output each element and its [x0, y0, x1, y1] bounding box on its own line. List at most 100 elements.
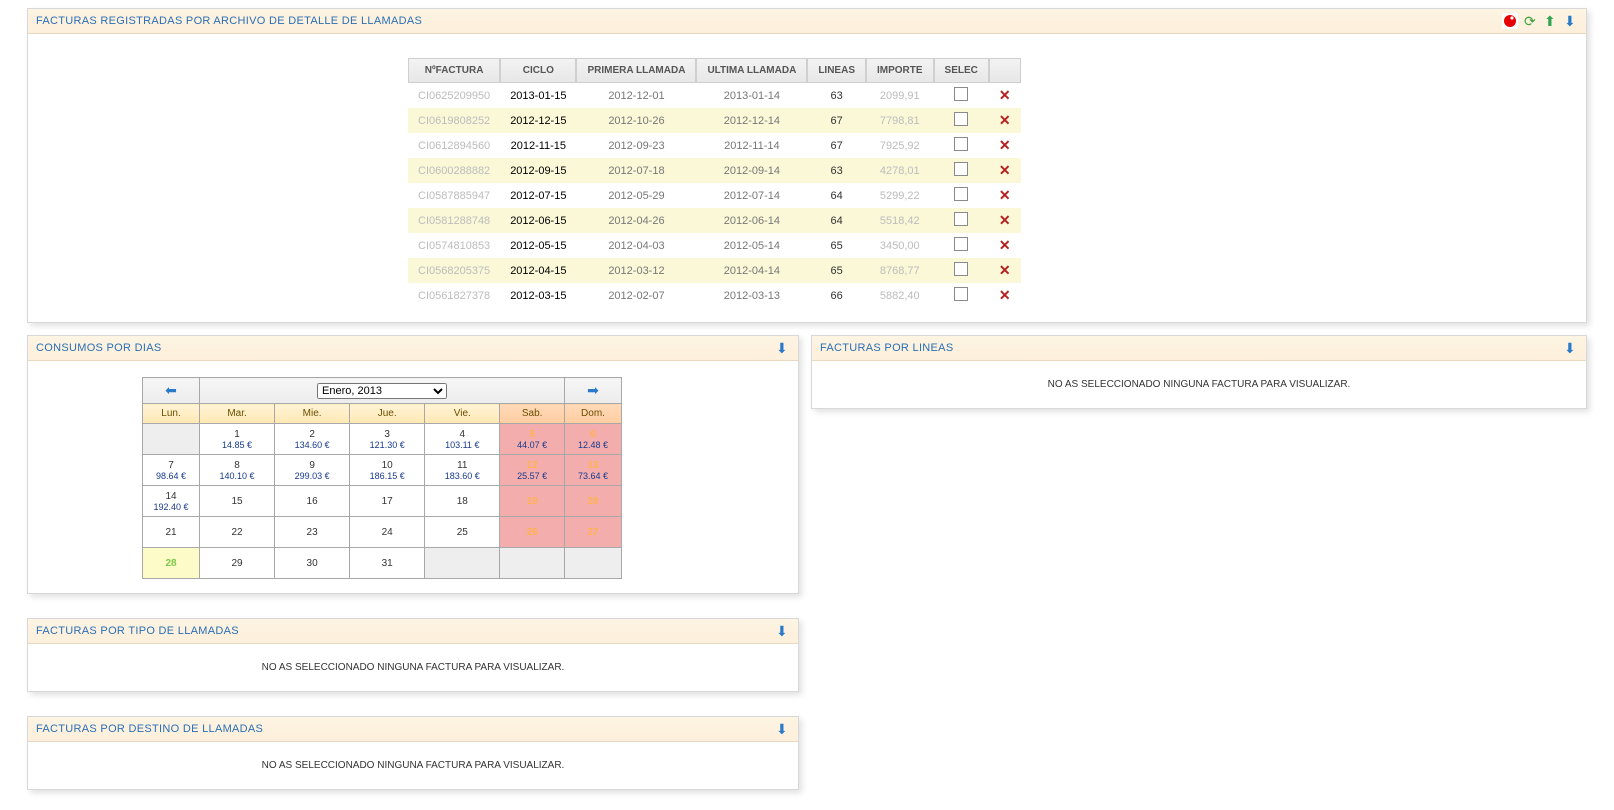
calendar-day[interactable]: 15 [200, 486, 275, 517]
collapse-icon[interactable]: ⬇ [1562, 13, 1578, 29]
col-importe[interactable]: IMPORTE [866, 58, 934, 83]
calendar-day[interactable]: 612.48 € [565, 424, 622, 455]
delete-icon[interactable]: ✕ [999, 87, 1011, 103]
col-selec[interactable]: SELEC [934, 58, 989, 83]
calendar-day[interactable]: 27 [565, 517, 622, 548]
calendar-day[interactable]: 1373.64 € [565, 455, 622, 486]
cell-nfactura: CI0561827378 [408, 283, 500, 308]
upload-icon[interactable]: ⬆ [1542, 13, 1558, 29]
select-checkbox[interactable] [954, 287, 968, 301]
cell-lineas: 64 [807, 183, 866, 208]
calendar-day[interactable]: 21 [143, 517, 200, 548]
select-checkbox[interactable] [954, 212, 968, 226]
refresh-icon[interactable]: ⟳ [1522, 13, 1538, 29]
delete-icon[interactable]: ✕ [999, 162, 1011, 178]
cell-primera: 2012-12-01 [576, 83, 696, 108]
calendar-day[interactable]: 4103.11 € [425, 424, 500, 455]
collapse-icon[interactable]: ⬇ [774, 340, 790, 356]
cell-ciclo: 2012-03-15 [500, 283, 576, 308]
cell-importe: 2099,91 [866, 83, 934, 108]
delete-icon[interactable]: ✕ [999, 262, 1011, 278]
calendar-day-amount: 186.15 € [350, 471, 424, 481]
calendar-day-number: 18 [425, 496, 499, 507]
calendar-day[interactable]: 28 [143, 548, 200, 579]
cell-delete: ✕ [989, 233, 1021, 258]
calendar-day[interactable]: 9299.03 € [275, 455, 350, 486]
calendar-day[interactable]: 26 [500, 517, 565, 548]
calendar-day[interactable]: 114.85 € [200, 424, 275, 455]
calendar-month-select[interactable]: Enero, 2013 [317, 383, 447, 399]
cell-nfactura: CI0625209950 [408, 83, 500, 108]
calendar-day[interactable]: 11183.60 € [425, 455, 500, 486]
calendar-day[interactable]: 3121.30 € [350, 424, 425, 455]
delete-icon[interactable]: ✕ [999, 137, 1011, 153]
calendar-day-number: 30 [275, 558, 349, 569]
cell-ultima: 2013-01-14 [696, 83, 807, 108]
calendar-day[interactable]: 8140.10 € [200, 455, 275, 486]
col-ultima[interactable]: ULTIMA LLAMADA [696, 58, 807, 83]
calendar-day[interactable]: 19 [500, 486, 565, 517]
col-ciclo[interactable]: CICLO [500, 58, 576, 83]
table-row: CI05748108532012-05-152012-04-032012-05-… [408, 233, 1021, 258]
cell-lineas: 65 [807, 258, 866, 283]
calendar-day[interactable]: 30 [275, 548, 350, 579]
cell-lineas: 65 [807, 233, 866, 258]
calendar-day[interactable]: 25 [425, 517, 500, 548]
select-checkbox[interactable] [954, 137, 968, 151]
dayhead-jue: Jue. [350, 404, 425, 424]
calendar-day[interactable]: 14192.40 € [143, 486, 200, 517]
vodafone-icon[interactable] [1502, 13, 1518, 29]
calendar-day[interactable]: 31 [350, 548, 425, 579]
calendar-day-number: 2 [275, 429, 349, 440]
cell-importe: 7798,81 [866, 108, 934, 133]
select-checkbox[interactable] [954, 162, 968, 176]
select-checkbox[interactable] [954, 187, 968, 201]
dayhead-mie: Mie. [275, 404, 350, 424]
calendar-day-number: 10 [350, 460, 424, 471]
delete-icon[interactable]: ✕ [999, 187, 1011, 203]
calendar-day-number: 11 [425, 460, 499, 471]
calendar-day[interactable]: 29 [200, 548, 275, 579]
cell-selec [934, 133, 989, 158]
calendar-day-number: 24 [350, 527, 424, 538]
delete-icon[interactable]: ✕ [999, 212, 1011, 228]
delete-icon[interactable]: ✕ [999, 237, 1011, 253]
calendar-day-number: 3 [350, 429, 424, 440]
calendar-day-amount: 140.10 € [200, 471, 274, 481]
calendar-day[interactable]: 18 [425, 486, 500, 517]
calendar-day[interactable]: 544.07 € [500, 424, 565, 455]
calendar-day[interactable]: 20 [565, 486, 622, 517]
cell-nfactura: CI0600288882 [408, 158, 500, 183]
select-checkbox[interactable] [954, 112, 968, 126]
calendar-day[interactable]: 798.64 € [143, 455, 200, 486]
calendar-day-number: 20 [565, 496, 621, 507]
select-checkbox[interactable] [954, 237, 968, 251]
collapse-icon[interactable]: ⬇ [774, 623, 790, 639]
calendar-day[interactable]: 16 [275, 486, 350, 517]
table-row: CI06198082522012-12-152012-10-262012-12-… [408, 108, 1021, 133]
calendar-next-button[interactable]: ➡ [565, 378, 622, 404]
delete-icon[interactable]: ✕ [999, 112, 1011, 128]
col-nfactura[interactable]: NºFACTURA [408, 58, 500, 83]
dayhead-vie: Vie. [425, 404, 500, 424]
por-tipo-title: FACTURAS POR TIPO DE LLAMADAS [36, 625, 239, 637]
col-lineas[interactable]: LINEAS [807, 58, 866, 83]
col-primera[interactable]: PRIMERA LLAMADA [576, 58, 696, 83]
calendar-day[interactable]: 1225.57 € [500, 455, 565, 486]
calendar-day-number: 15 [200, 496, 274, 507]
collapse-icon[interactable]: ⬇ [1562, 340, 1578, 356]
calendar-day[interactable]: 10186.15 € [350, 455, 425, 486]
select-checkbox[interactable] [954, 87, 968, 101]
calendar-day-number: 14 [143, 491, 199, 502]
select-checkbox[interactable] [954, 262, 968, 276]
calendar-day[interactable]: 2134.60 € [275, 424, 350, 455]
table-row: CI05878859472012-07-152012-05-292012-07-… [408, 183, 1021, 208]
calendar-prev-button[interactable]: ⬅ [143, 378, 200, 404]
calendar-day[interactable]: 17 [350, 486, 425, 517]
collapse-icon[interactable]: ⬇ [774, 721, 790, 737]
calendar-day[interactable]: 23 [275, 517, 350, 548]
calendar-day[interactable]: 24 [350, 517, 425, 548]
invoices-panel-body: NºFACTURA CICLO PRIMERA LLAMADA ULTIMA L… [28, 34, 1586, 322]
delete-icon[interactable]: ✕ [999, 287, 1011, 303]
calendar-day[interactable]: 22 [200, 517, 275, 548]
